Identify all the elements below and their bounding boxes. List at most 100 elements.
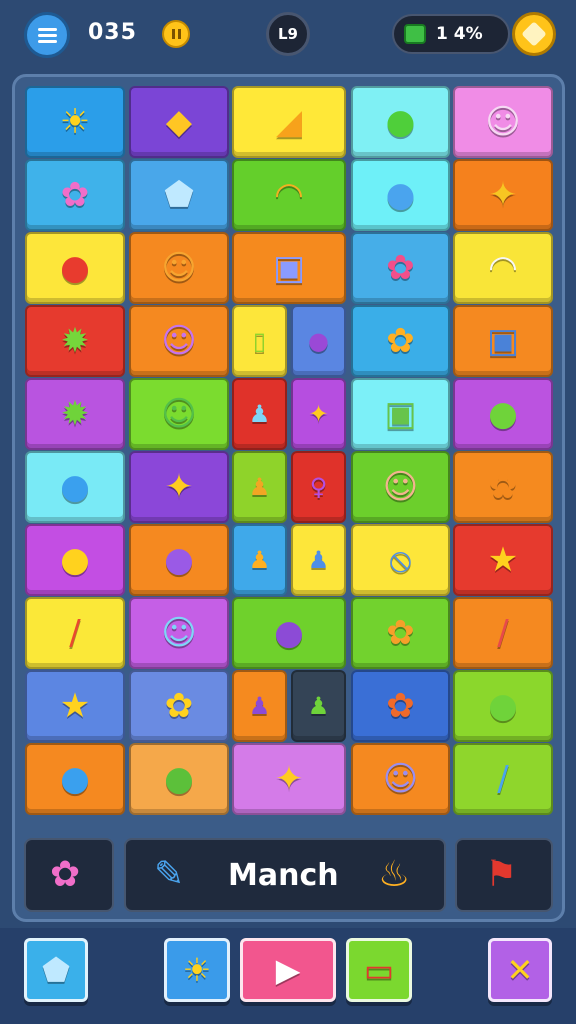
board-tile[interactable]: ✹ <box>25 305 125 377</box>
board-tile[interactable]: ★ <box>453 524 553 596</box>
card-button[interactable]: ▭ <box>346 938 412 1002</box>
paintbrush-icon: ✎ <box>154 854 185 895</box>
board-tile[interactable]: ✿ <box>453 451 553 523</box>
menu-button[interactable] <box>24 12 70 58</box>
card-icon: ▭ <box>363 951 395 989</box>
pink-flower-icon: ✿ <box>50 854 81 895</box>
board-tile[interactable]: ★ <box>25 670 125 742</box>
close-button[interactable]: ✕ <box>488 938 552 1002</box>
board-tile[interactable]: ☺ <box>129 378 229 450</box>
action-row: ✿ ✎ Manch ♨ ⚑ <box>24 838 554 912</box>
board-tile[interactable]: ● <box>25 524 125 596</box>
board-tile[interactable]: / <box>25 597 125 669</box>
play-button[interactable]: ▶ <box>240 938 336 1002</box>
board-tile[interactable]: ▣ <box>453 305 553 377</box>
board-tile[interactable]: ♟ <box>232 670 287 742</box>
ghost-icon: ⬟ <box>42 951 70 989</box>
board-tile[interactable]: ◆ <box>129 86 229 158</box>
board-tile[interactable]: ☀ <box>25 86 125 158</box>
tile-icon: ♟ <box>248 473 271 501</box>
tile-icon: ✿ <box>488 467 518 507</box>
board-tile[interactable]: ✦ <box>291 378 346 450</box>
tile-icon: ✿ <box>60 175 90 215</box>
board-tile[interactable]: ♟ <box>291 670 346 742</box>
board-tile[interactable]: ● <box>129 524 229 596</box>
board-tile[interactable]: ◠ <box>453 232 553 304</box>
board-tile[interactable]: ● <box>25 743 125 815</box>
board-tile[interactable]: / <box>453 743 553 815</box>
bonus-button[interactable] <box>512 12 556 56</box>
board-tile[interactable]: ● <box>25 232 125 304</box>
tile-icon: ☺ <box>382 467 419 507</box>
tile-icon: ✦ <box>308 400 329 428</box>
tile-icon: ♟ <box>248 546 271 574</box>
tile-icon: ● <box>308 327 329 355</box>
board-tile[interactable]: ✦ <box>129 451 229 523</box>
tile-icon: ● <box>60 759 90 799</box>
board-tile[interactable]: ✿ <box>351 670 450 742</box>
tile-icon: ▯ <box>252 327 267 355</box>
board-tile[interactable]: ▣ <box>232 232 346 304</box>
board-tile[interactable]: ◠ <box>232 159 346 231</box>
board-tile[interactable]: / <box>453 597 553 669</box>
board-tile[interactable]: ♀ <box>291 451 346 523</box>
flag-card-button[interactable]: ⚑ <box>455 838 553 912</box>
tile-icon: ● <box>60 540 90 580</box>
board-tile[interactable]: ☺ <box>351 743 450 815</box>
board-tile[interactable]: ▣ <box>351 378 450 450</box>
pink-flower-button[interactable]: ✿ <box>24 838 114 912</box>
board-tile[interactable]: ✦ <box>453 159 553 231</box>
board-tile[interactable]: ♟ <box>232 378 287 450</box>
tile-icon: / <box>69 613 81 653</box>
tile-icon: ★ <box>59 686 91 726</box>
flag-card-icon: ⚑ <box>485 854 518 895</box>
board-tile[interactable]: ✹ <box>25 378 125 450</box>
board-tile[interactable]: ● <box>129 743 229 815</box>
board-tile[interactable]: ✿ <box>129 670 229 742</box>
tile-icon: ✹ <box>60 321 90 361</box>
board-tile[interactable]: ☺ <box>351 451 450 523</box>
board-tile[interactable]: ⬟ <box>129 159 229 231</box>
board-tile[interactable]: ☺ <box>129 232 229 304</box>
board-tile[interactable]: ♟ <box>232 451 287 523</box>
board-tile[interactable]: ♟ <box>291 524 346 596</box>
board-tile[interactable]: ♟ <box>232 524 287 596</box>
board-tile[interactable]: ● <box>453 670 553 742</box>
board-tile[interactable]: ☺ <box>129 597 229 669</box>
board-tile[interactable]: ● <box>351 86 450 158</box>
match-button[interactable]: ✎ Manch ♨ <box>124 838 446 912</box>
board-tile[interactable]: ✿ <box>351 232 450 304</box>
menu-icon-line <box>38 28 57 31</box>
close-icon: ✕ <box>506 951 534 989</box>
board-tile[interactable]: ☺ <box>453 86 553 158</box>
match-label: Manch <box>228 858 339 893</box>
board-tile[interactable]: ● <box>453 378 553 450</box>
sun-button[interactable]: ☀ <box>164 938 230 1002</box>
board-tile[interactable]: ✿ <box>25 159 125 231</box>
tile-icon: ● <box>488 686 518 726</box>
tile-icon: ☺ <box>485 102 521 142</box>
tile-icon: ⦸ <box>389 540 412 580</box>
board-tile[interactable]: ▯ <box>232 305 287 377</box>
board-tile[interactable]: ✿ <box>351 305 450 377</box>
board-tile[interactable]: ☺ <box>129 305 229 377</box>
board-tile[interactable]: ⦸ <box>351 524 450 596</box>
board-tile[interactable]: ● <box>291 305 346 377</box>
tile-icon: ♟ <box>248 692 271 720</box>
tile-icon: ✦ <box>488 175 518 215</box>
board-tile[interactable]: ● <box>351 159 450 231</box>
board-tile[interactable]: ✦ <box>232 743 346 815</box>
board-tile[interactable]: ◢ <box>232 86 346 158</box>
gem-icon <box>404 24 426 44</box>
tile-icon: ☺ <box>161 248 197 288</box>
ghost-button[interactable]: ⬟ <box>24 938 88 1002</box>
tile-icon: ✿ <box>386 321 415 361</box>
board-tile[interactable]: ✿ <box>351 597 450 669</box>
board-tile[interactable]: ● <box>232 597 346 669</box>
tile-icon: ✦ <box>164 467 194 507</box>
tile-icon: ♟ <box>307 546 330 574</box>
tile-icon: ● <box>385 102 416 142</box>
pause-button[interactable] <box>162 20 190 48</box>
tile-icon: ◠ <box>488 248 518 288</box>
board-tile[interactable]: ● <box>25 451 125 523</box>
